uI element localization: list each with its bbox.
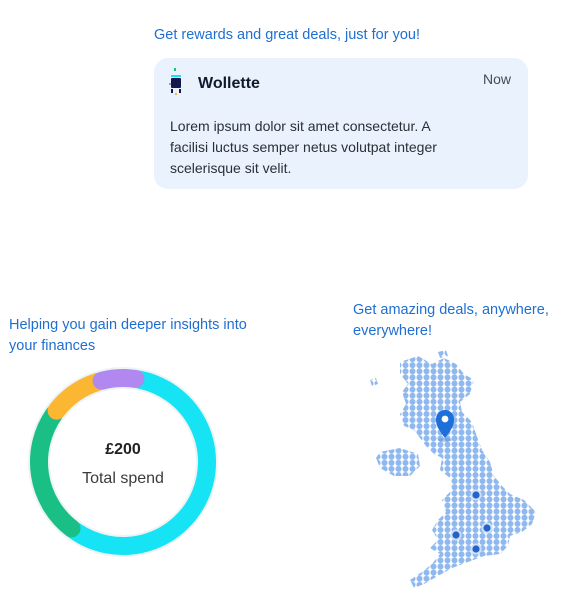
deals-tagline: Get amazing deals, anywhere, everywhere! bbox=[353, 302, 549, 339]
notification-time: Now bbox=[482, 71, 511, 87]
donut-chart-svg bbox=[28, 367, 218, 557]
uk-map-svg bbox=[370, 350, 536, 588]
donut-segment-3 bbox=[47, 372, 107, 420]
location-dot-4 bbox=[472, 545, 480, 553]
spend-donut-chart: £200 Total spend bbox=[27, 366, 219, 558]
donut-segment-1 bbox=[66, 370, 216, 555]
rewards-tagline: Get rewards and great deals, just for yo… bbox=[154, 27, 420, 43]
total-spend-label: Total spend bbox=[82, 470, 164, 487]
notification-body: Lorem ipsum dolor sit amet consectetur. … bbox=[170, 118, 437, 176]
location-dot-3 bbox=[452, 531, 460, 539]
notification-card[interactable]: Wollette Now Lorem ipsum dolor sit amet … bbox=[154, 58, 528, 189]
insights-tagline: Helping you gain deeper insights into yo… bbox=[9, 317, 247, 354]
wollette-logo-icon bbox=[169, 68, 181, 95]
location-dot-2 bbox=[483, 524, 491, 532]
uk-map-icon bbox=[360, 350, 545, 592]
location-dot-1 bbox=[472, 491, 480, 499]
app-name: Wollette bbox=[198, 75, 260, 92]
total-spend-amount: £200 bbox=[105, 441, 141, 458]
donut-segment-4 bbox=[92, 369, 145, 390]
